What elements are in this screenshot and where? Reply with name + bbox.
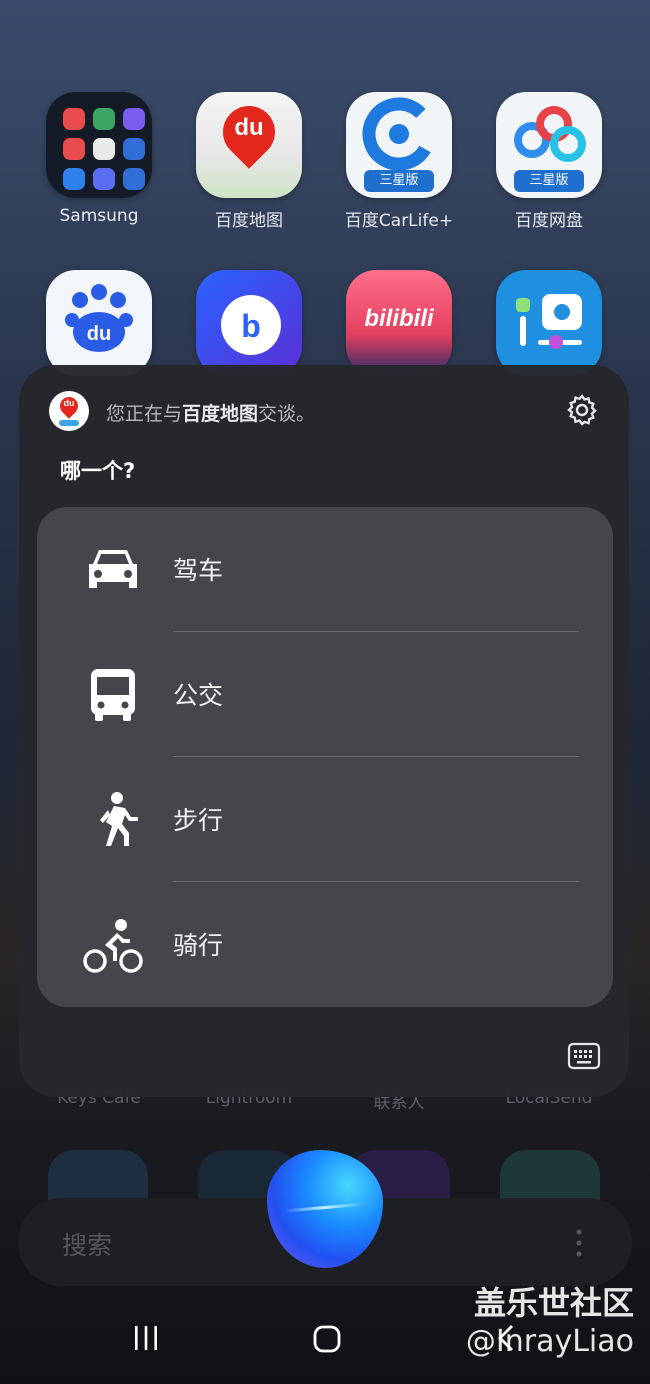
assistant-header: du 您正在与百度地图交谈。 bbox=[49, 391, 599, 431]
walking-icon bbox=[100, 792, 138, 846]
car-icon bbox=[89, 550, 137, 588]
baidu-icon-text: du bbox=[87, 323, 111, 345]
baidu-app[interactable]: du bbox=[24, 270, 174, 376]
cycling-icon bbox=[83, 919, 143, 973]
baidu-paw-icon: du bbox=[46, 270, 152, 376]
baidu-map-app[interactable]: du 百度地图 bbox=[174, 92, 324, 231]
baidu-map-icon-text: du bbox=[234, 114, 264, 141]
samsung-folder[interactable]: Samsung bbox=[24, 92, 174, 226]
talking-to-text: 您正在与百度地图交谈。 bbox=[106, 399, 315, 426]
bus-icon bbox=[91, 669, 135, 721]
option-label: 驾车 bbox=[173, 556, 224, 585]
option-drive[interactable]: 驾车 bbox=[37, 507, 613, 632]
question-text: 哪一个? bbox=[60, 459, 136, 483]
netdisk-icon: 三星版 bbox=[496, 92, 602, 198]
option-list: 驾车 公交 步行 骑行 bbox=[37, 507, 613, 1007]
more-options-icon[interactable] bbox=[576, 1228, 582, 1258]
app-label: 百度CarLife+ bbox=[344, 211, 454, 231]
bixby-icon: b bbox=[196, 270, 302, 376]
good-lock-app[interactable] bbox=[474, 270, 624, 376]
baidu-netdisk-app[interactable]: 三星版 百度网盘 bbox=[474, 92, 624, 231]
baidu-map-icon: du bbox=[196, 92, 302, 198]
option-bus[interactable]: 公交 bbox=[37, 632, 613, 757]
assistant-sheet: du 您正在与百度地图交谈。 哪一个? 驾车 公交 步行 骑行 bbox=[19, 365, 629, 1097]
talking-prefix: 您正在与 bbox=[106, 403, 183, 425]
option-label: 骑行 bbox=[173, 931, 224, 960]
bixby-icon-text: b bbox=[241, 308, 261, 344]
talking-app-name: 百度地图 bbox=[182, 403, 259, 425]
option-walk[interactable]: 步行 bbox=[37, 757, 613, 882]
bixby-app[interactable]: b bbox=[174, 270, 324, 376]
talking-suffix: 交谈。 bbox=[258, 403, 316, 425]
app-label: 百度地图 bbox=[215, 211, 283, 231]
badge-icon-text: du bbox=[63, 398, 75, 408]
settings-gear-icon[interactable] bbox=[565, 393, 599, 427]
recent-apps-icon[interactable] bbox=[132, 1324, 160, 1352]
app-label: 百度网盘 bbox=[515, 211, 583, 231]
bilibili-icon-text: bilibili bbox=[364, 305, 435, 332]
good-lock-icon bbox=[496, 270, 602, 376]
app-label: Samsung bbox=[59, 206, 139, 226]
version-badge: 三星版 bbox=[364, 170, 434, 192]
samsung-folder-icon bbox=[46, 92, 152, 198]
bilibili-app[interactable]: bilibili bbox=[324, 270, 474, 376]
option-label: 公交 bbox=[173, 681, 224, 710]
bilibili-icon: bilibili bbox=[346, 270, 452, 376]
baidu-carlife-app[interactable]: 三星版 百度CarLife+ bbox=[324, 92, 474, 231]
option-cycle[interactable]: 骑行 bbox=[37, 882, 613, 1007]
search-placeholder: 搜索 bbox=[62, 1231, 113, 1260]
back-icon[interactable] bbox=[496, 1324, 516, 1352]
home-icon[interactable] bbox=[312, 1324, 342, 1354]
option-label: 步行 bbox=[173, 806, 224, 835]
baidu-map-badge-icon: du bbox=[49, 391, 89, 431]
version-badge: 三星版 bbox=[514, 170, 584, 192]
carlife-icon: 三星版 bbox=[346, 92, 452, 198]
keyboard-icon[interactable] bbox=[567, 1041, 601, 1071]
navigation-bar bbox=[0, 1300, 650, 1384]
